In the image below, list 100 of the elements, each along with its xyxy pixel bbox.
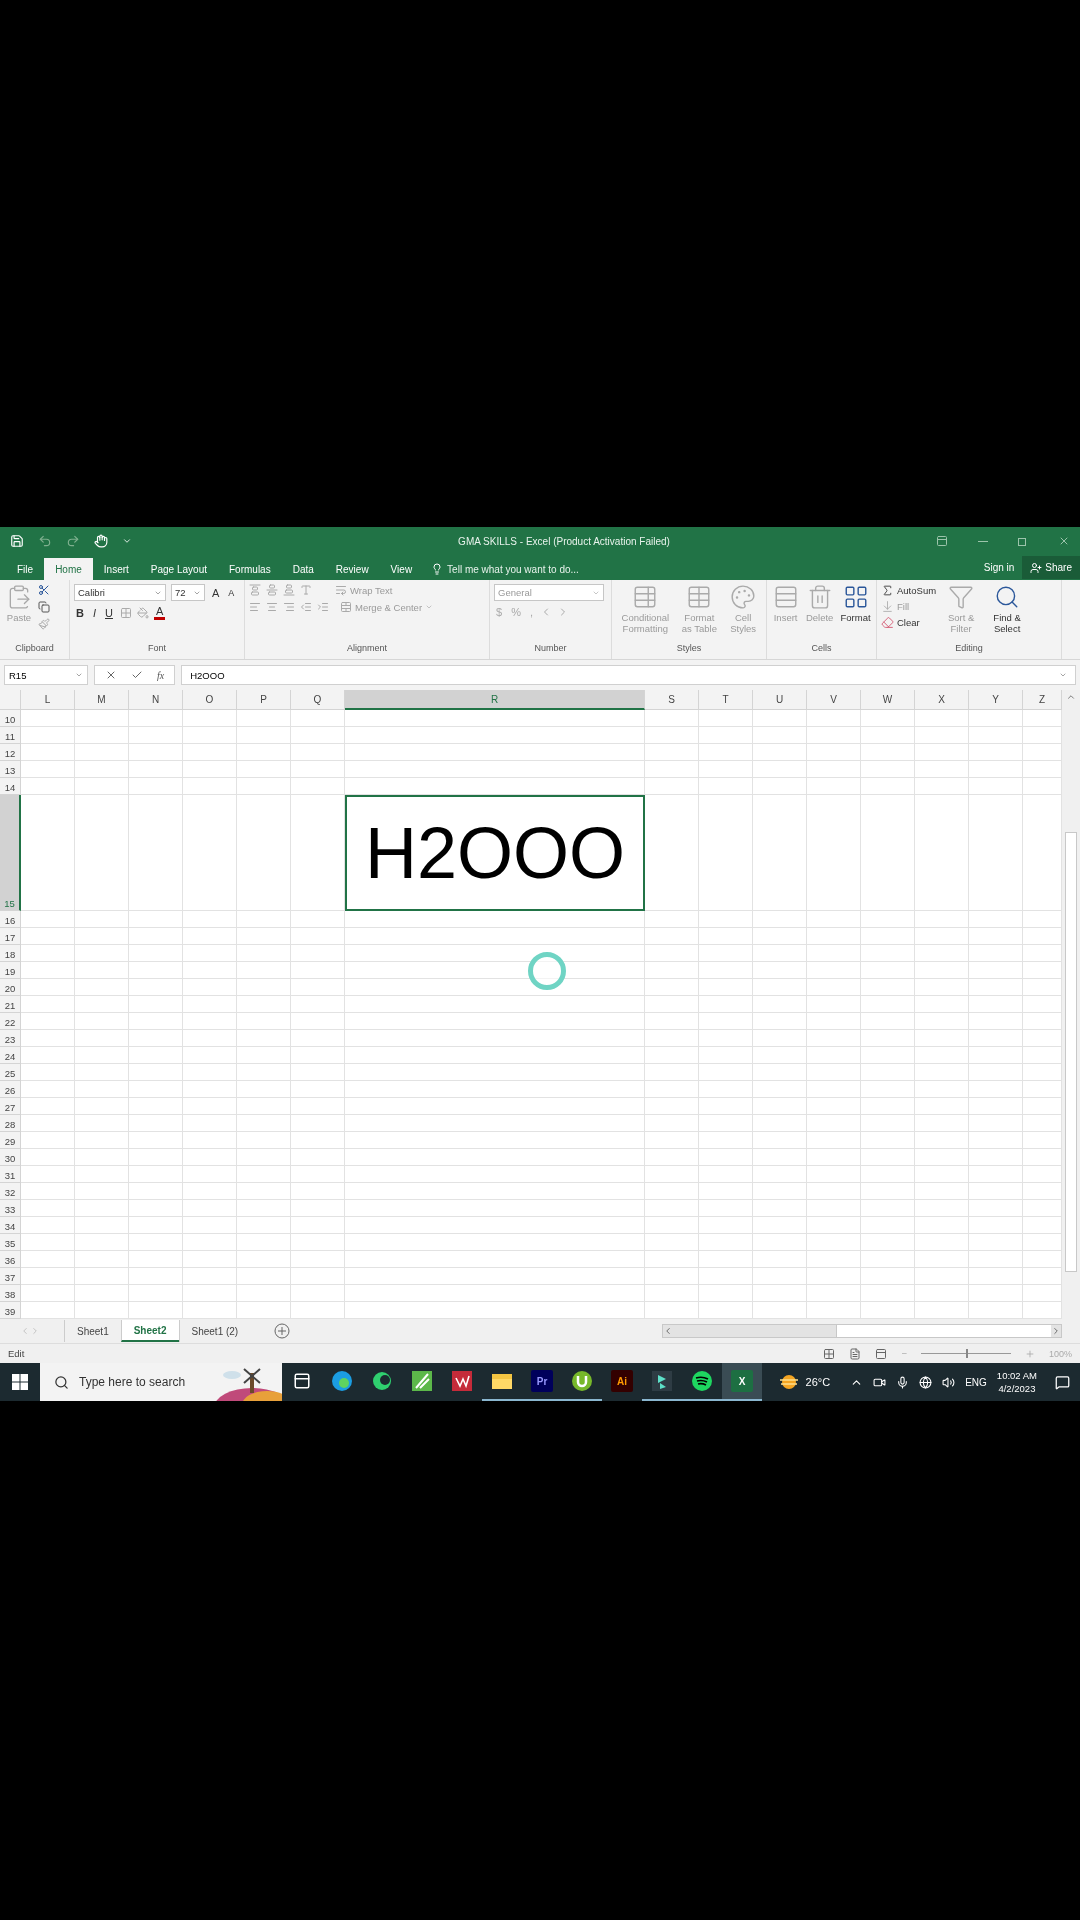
row-header[interactable]: 38 xyxy=(0,1285,21,1302)
row-header[interactable]: 20 xyxy=(0,979,21,996)
name-box[interactable]: R15 xyxy=(4,665,88,685)
row-header[interactable]: 24 xyxy=(0,1047,21,1064)
column-header[interactable]: Z xyxy=(1023,690,1062,710)
row-header[interactable]: 10 xyxy=(0,710,21,727)
row-header[interactable]: 12 xyxy=(0,744,21,761)
decrease-indent-icon[interactable] xyxy=(300,601,312,613)
ribbon-tab[interactable]: Formulas xyxy=(218,558,282,580)
italic-button[interactable]: I xyxy=(90,607,98,619)
taskbar-app[interactable]: Pr xyxy=(522,1363,562,1401)
taskbar-app[interactable]: Ai xyxy=(602,1363,642,1401)
row-header[interactable]: 14 xyxy=(0,778,21,795)
close-icon[interactable] xyxy=(1058,535,1070,547)
ribbon-display-icon[interactable] xyxy=(936,535,948,547)
column-header[interactable]: Q xyxy=(291,690,345,710)
font-name-field[interactable]: Calibri xyxy=(74,584,166,601)
ribbon-tab[interactable]: File xyxy=(6,558,45,580)
orientation-icon[interactable] xyxy=(300,584,312,596)
page-break-icon[interactable] xyxy=(875,1347,888,1360)
sheet-tab[interactable]: Sheet1 (2) xyxy=(178,1320,251,1342)
tell-me-field[interactable]: Tell me what you want to do... xyxy=(431,558,579,580)
taskbar-search-field[interactable]: Type here to search xyxy=(40,1363,282,1401)
row-header[interactable]: 36 xyxy=(0,1251,21,1268)
row-header[interactable]: 16 xyxy=(0,911,21,928)
scroll-up-icon[interactable] xyxy=(1066,692,1076,702)
shrink-font-button[interactable]: A xyxy=(226,587,237,598)
bold-button[interactable]: B xyxy=(74,607,86,619)
insert-function-button[interactable]: fx xyxy=(157,669,165,681)
restore-icon[interactable] xyxy=(1018,536,1028,546)
ribbon-button[interactable]: Find & Select xyxy=(986,584,1029,643)
page-layout-icon[interactable] xyxy=(849,1347,862,1360)
next-sheet-icon[interactable] xyxy=(30,1326,40,1336)
ribbon-tab[interactable]: View xyxy=(379,558,424,580)
row-header[interactable]: 18 xyxy=(0,945,21,962)
column-header[interactable]: U xyxy=(753,690,807,710)
save-icon[interactable] xyxy=(10,534,24,548)
notifications-icon[interactable] xyxy=(1055,1374,1070,1390)
column-header[interactable]: W xyxy=(861,690,915,710)
column-header[interactable]: M xyxy=(75,690,129,710)
row-header[interactable]: 31 xyxy=(0,1166,21,1183)
column-header[interactable]: V xyxy=(807,690,861,710)
ribbon-button[interactable]: AutoSum xyxy=(881,584,937,597)
normal-view-icon[interactable] xyxy=(823,1347,836,1360)
row-header[interactable]: 13 xyxy=(0,761,21,778)
ribbon-tab[interactable]: Insert xyxy=(92,558,140,580)
hand-icon[interactable] xyxy=(94,534,108,548)
fill-color-icon[interactable] xyxy=(136,607,149,619)
column-header[interactable]: O xyxy=(183,690,237,710)
sheet-tab[interactable]: Sheet1 xyxy=(64,1320,121,1342)
row-header[interactable]: 29 xyxy=(0,1132,21,1149)
column-header[interactable]: P xyxy=(237,690,291,710)
row-header[interactable]: 27 xyxy=(0,1098,21,1115)
row-header[interactable]: 17 xyxy=(0,928,21,945)
sign-in-link[interactable]: Sign in xyxy=(983,562,1015,573)
align-bottom-icon[interactable] xyxy=(283,584,295,596)
borders-icon[interactable] xyxy=(119,607,132,619)
scroll-right-icon[interactable] xyxy=(1051,1326,1061,1336)
ribbon-tab[interactable]: Page Layout xyxy=(139,558,218,580)
enter-icon[interactable] xyxy=(131,669,143,681)
ribbon-button[interactable]: Clear xyxy=(881,616,937,629)
increase-indent-icon[interactable] xyxy=(317,601,329,613)
share-button[interactable]: Share xyxy=(1022,556,1080,579)
column-header[interactable]: N xyxy=(129,690,183,710)
sheet-tab[interactable]: Sheet2 xyxy=(120,1320,179,1342)
format-painter-icon[interactable] xyxy=(38,618,50,630)
font-size-field[interactable]: 72 xyxy=(171,584,205,601)
ribbon-tab[interactable]: Data xyxy=(281,558,325,580)
clock[interactable]: 10:02 AM 4/2/2023 xyxy=(996,1369,1037,1395)
zoom-slider-thumb[interactable] xyxy=(965,1349,968,1358)
align-left-icon[interactable] xyxy=(249,601,261,613)
row-header[interactable]: 32 xyxy=(0,1183,21,1200)
add-sheet-icon[interactable] xyxy=(274,1323,291,1339)
copy-icon[interactable] xyxy=(38,601,50,613)
cancel-icon[interactable] xyxy=(105,669,117,681)
row-header[interactable]: 11 xyxy=(0,727,21,744)
underline-button[interactable]: U xyxy=(103,607,115,619)
scrollbar-thumb[interactable] xyxy=(836,1325,1051,1337)
select-all-corner[interactable] xyxy=(0,690,21,710)
caret-icon[interactable] xyxy=(122,536,132,546)
row-header[interactable]: 22 xyxy=(0,1013,21,1030)
column-header[interactable]: L xyxy=(21,690,75,710)
ribbon-tab[interactable]: Review xyxy=(324,558,380,580)
grow-font-button[interactable]: A xyxy=(210,586,222,599)
formula-input[interactable]: H2OOO xyxy=(181,665,1076,685)
row-header[interactable]: 15 xyxy=(0,795,21,911)
globe-icon[interactable] xyxy=(919,1375,933,1389)
align-center-icon[interactable] xyxy=(266,601,278,613)
language-indicator[interactable]: ENG xyxy=(965,1376,987,1388)
row-header[interactable]: 37 xyxy=(0,1268,21,1285)
align-middle-icon[interactable] xyxy=(266,584,278,596)
row-header[interactable]: 35 xyxy=(0,1234,21,1251)
row-header[interactable]: 26 xyxy=(0,1081,21,1098)
column-header[interactable]: Y xyxy=(969,690,1023,710)
previous-sheet-icon[interactable] xyxy=(20,1326,30,1336)
align-right-icon[interactable] xyxy=(283,601,295,613)
row-header[interactable]: 21 xyxy=(0,996,21,1013)
row-header[interactable]: 39 xyxy=(0,1302,21,1319)
align-top-icon[interactable] xyxy=(249,584,261,596)
taskbar-app[interactable]: X xyxy=(722,1363,762,1401)
